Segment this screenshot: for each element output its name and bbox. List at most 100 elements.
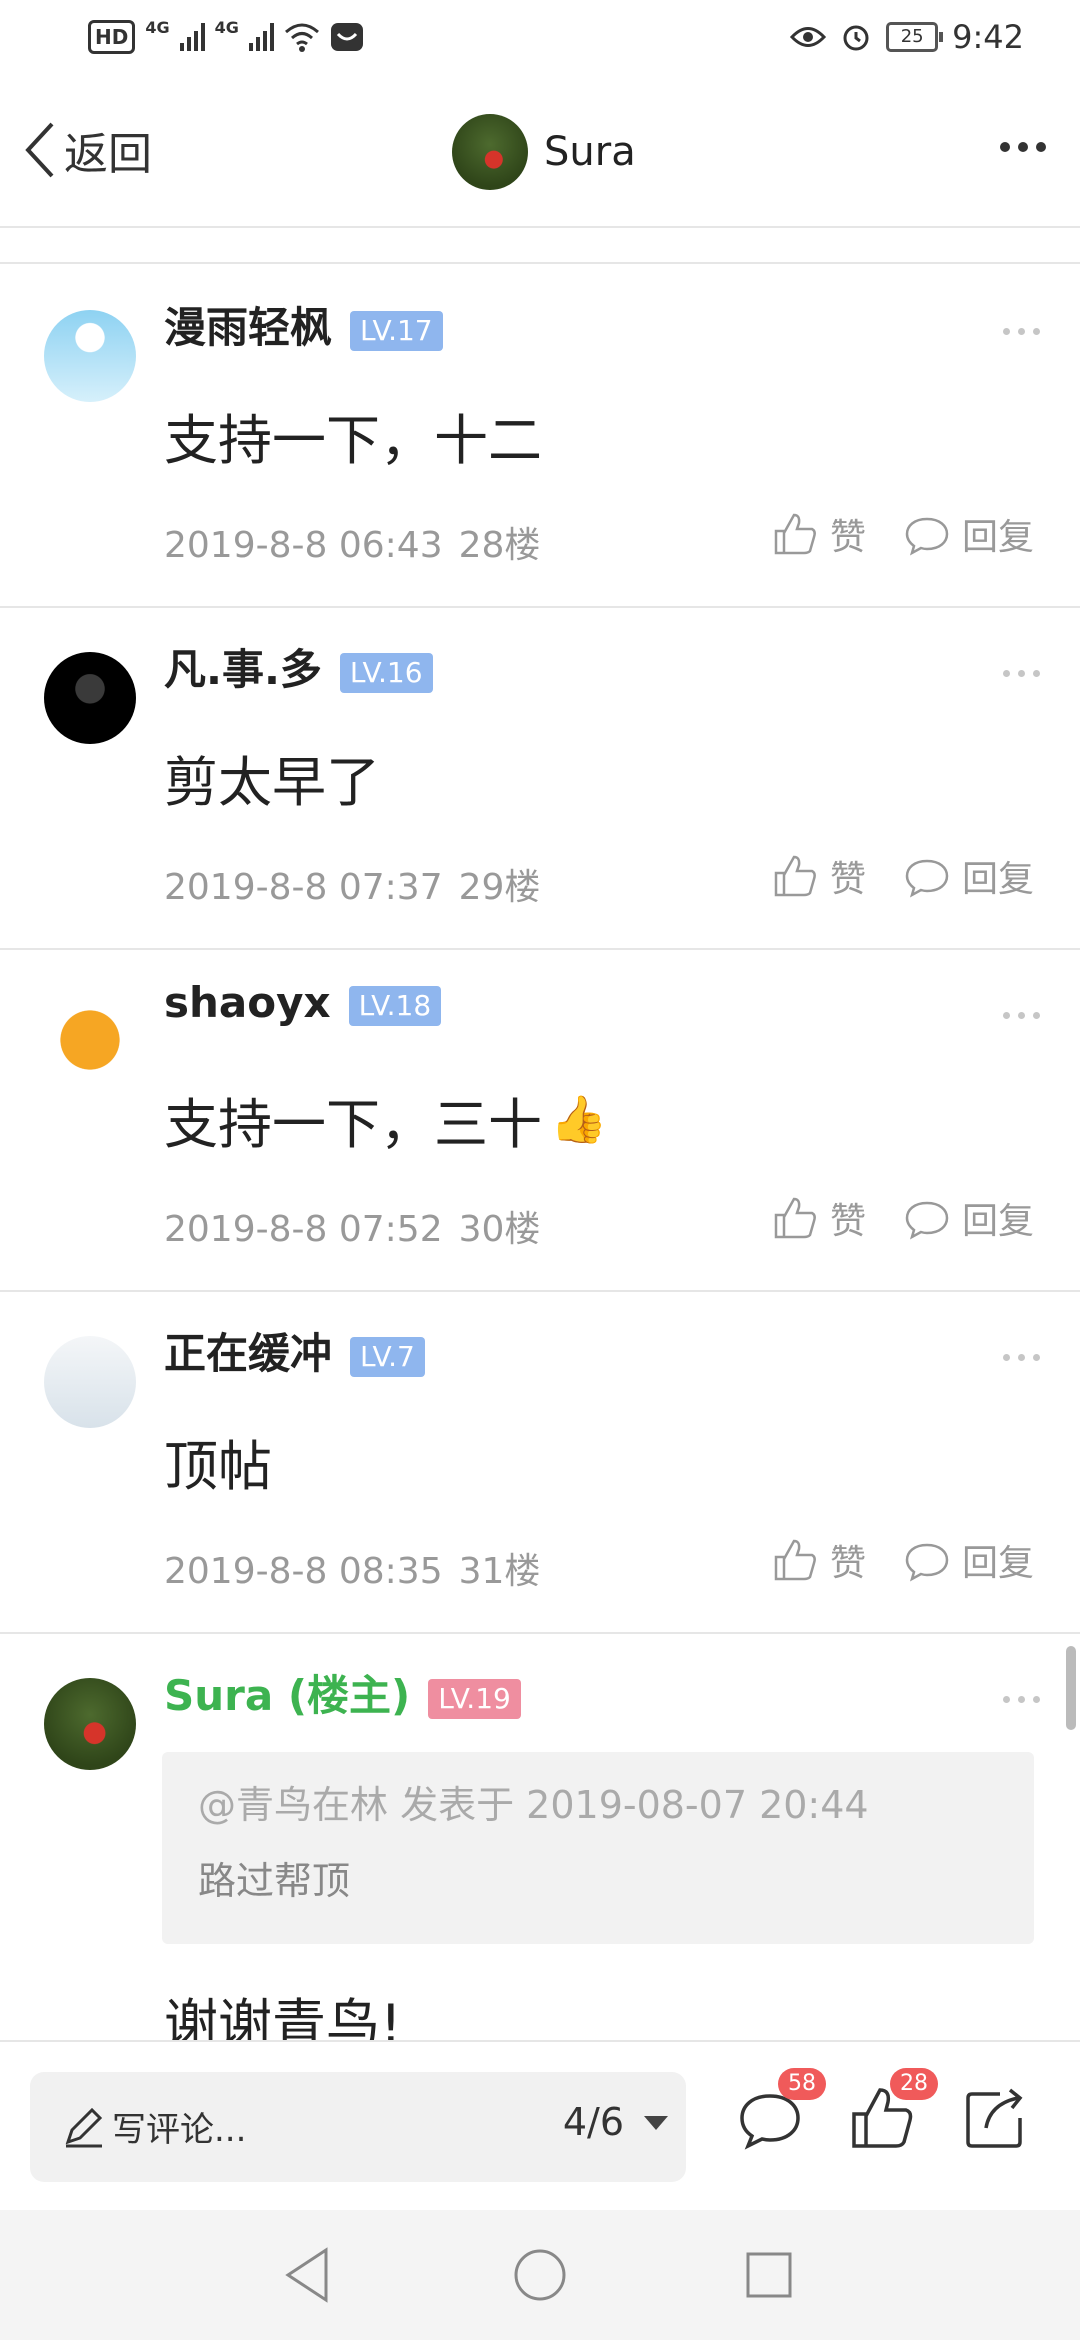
- comment-meta: 2019-8-8 07:52 30楼: [164, 1200, 540, 1252]
- floor-number: 28楼: [458, 525, 541, 566]
- like-label: 赞: [829, 517, 866, 558]
- page-indicator[interactable]: 4/6: [563, 2100, 624, 2144]
- comment-actions: 赞 回复: [772, 1192, 1034, 1244]
- like-button[interactable]: 赞: [772, 850, 866, 902]
- reply-button[interactable]: 回复: [904, 508, 1034, 560]
- speech-bubble-icon: [905, 517, 949, 556]
- share-button[interactable]: [960, 2082, 1032, 2154]
- comment-item: 正在缓冲 LV.7 顶帖 2019-8-8 08:35 31楼 赞 回复: [0, 1290, 1080, 1634]
- comment-more-button[interactable]: [1003, 1696, 1040, 1703]
- network-type-2: 4G: [214, 17, 239, 37]
- commenter-name-text: shaoyx: [164, 978, 331, 1027]
- level-badge: LV.17: [350, 310, 443, 351]
- alarm-icon: [843, 25, 869, 51]
- comment-actions: 赞 回复: [772, 1534, 1034, 1586]
- system-nav-bar: [0, 2210, 1080, 2340]
- comment-more-button[interactable]: [1003, 1354, 1040, 1361]
- like-label: 赞: [829, 859, 866, 900]
- status-left: HD 4G 4G: [88, 17, 364, 54]
- comment-text: 顶帖: [164, 1435, 272, 1498]
- speech-bubble-icon: [905, 1543, 949, 1582]
- bottom-action-bar: 写评论... 4/6 58 28: [0, 2040, 1080, 2212]
- comment-meta: 2019-8-8 08:35 31楼: [164, 1542, 540, 1594]
- comment-time: 2019-8-8 07:37: [164, 867, 443, 908]
- top-nav-bar: 返回 Sura: [0, 80, 1080, 228]
- reply-label: 回复: [961, 517, 1034, 558]
- comment-time: 2019-8-8 06:43: [164, 525, 443, 566]
- commenter-name[interactable]: shaoyx LV.18: [164, 978, 442, 1027]
- chevron-left-icon: [25, 122, 54, 178]
- floor-number: 29楼: [458, 867, 541, 908]
- thread-author[interactable]: Sura: [452, 114, 636, 190]
- like-post-button[interactable]: 28: [846, 2068, 938, 2154]
- status-bar: HD 4G 4G 25 9:42: [0, 0, 1080, 80]
- reply-button[interactable]: 回复: [904, 1534, 1034, 1586]
- level-badge: LV.19: [428, 1678, 521, 1719]
- like-button[interactable]: 赞: [772, 1534, 866, 1586]
- comment-placeholder: 写评论...: [112, 2110, 247, 2150]
- like-button[interactable]: 赞: [772, 1192, 866, 1244]
- nav-back-icon[interactable]: [276, 2242, 342, 2308]
- host-comment-item: Sura (楼主) LV.19 @青鸟在林 发表于 2019-08-07 20:4…: [0, 1632, 1080, 2056]
- more-options-button[interactable]: [1000, 142, 1046, 152]
- divider: [0, 228, 1080, 264]
- reply-button[interactable]: 回复: [904, 850, 1034, 902]
- back-button[interactable]: 返回: [22, 118, 152, 182]
- comments-button[interactable]: 58: [734, 2068, 826, 2154]
- avatar[interactable]: [44, 994, 136, 1086]
- quoted-comment[interactable]: @青鸟在林 发表于 2019-08-07 20:44 路过帮顶: [162, 1752, 1034, 1944]
- avatar[interactable]: [452, 114, 528, 190]
- comment-time: 2019-8-8 07:52: [164, 1209, 443, 1250]
- share-icon: [966, 2088, 1023, 2148]
- back-label: 返回: [64, 129, 152, 180]
- comment-meta: 2019-8-8 06:43 28楼: [164, 516, 540, 568]
- commenter-name-text: 漫雨轻枫: [164, 303, 333, 352]
- avatar[interactable]: [44, 310, 136, 402]
- signal-icon-2: [248, 23, 274, 51]
- comment-more-button[interactable]: [1003, 1012, 1040, 1019]
- nav-recents-icon[interactable]: [736, 2242, 802, 2308]
- thumbs-up-emoji-icon: 👍: [550, 1092, 608, 1146]
- level-badge: LV.16: [339, 652, 433, 693]
- comment-actions: 赞 回复: [772, 508, 1034, 560]
- like-label: 赞: [829, 1543, 866, 1584]
- caret-down-icon[interactable]: [644, 2116, 668, 2130]
- comment-text: 支持一下，三十 👍: [164, 1080, 607, 1159]
- eye-comfort-icon: [790, 27, 827, 47]
- speech-bubble-icon: [905, 859, 949, 898]
- comment-meta: 2019-8-8 07:37 29楼: [164, 858, 540, 910]
- comment-more-button[interactable]: [1003, 670, 1040, 677]
- commenter-name-text: 凡.事.多: [164, 645, 322, 694]
- status-right: 25 9:42: [790, 18, 1024, 56]
- write-comment-input[interactable]: 写评论... 4/6: [30, 2072, 686, 2182]
- battery-icon: 25: [886, 22, 944, 52]
- floor-number: 30楼: [458, 1209, 541, 1250]
- commenter-name[interactable]: 凡.事.多 LV.16: [164, 636, 433, 697]
- avatar[interactable]: [44, 1678, 136, 1770]
- like-button[interactable]: 赞: [772, 508, 866, 560]
- nav-home-icon[interactable]: [507, 2242, 573, 2308]
- avatar[interactable]: [44, 652, 136, 744]
- reply-label: 回复: [961, 1543, 1034, 1584]
- floor-number: 31楼: [458, 1551, 541, 1592]
- comment-item: 凡.事.多 LV.16 剪太早了 2019-8-8 07:37 29楼 赞 回复: [0, 606, 1080, 950]
- hd-indicator: HD: [88, 20, 136, 54]
- wifi-icon: [284, 23, 319, 52]
- comment-text: 剪太早了: [164, 751, 380, 814]
- clock: 9:42: [952, 18, 1024, 56]
- pen-icon: [65, 2107, 103, 2148]
- commenter-name[interactable]: Sura (楼主) LV.19: [164, 1662, 521, 1723]
- comment-text: 支持一下，十二: [164, 409, 542, 472]
- commenter-name[interactable]: 正在缓冲 LV.7: [164, 1320, 425, 1381]
- network-type-1: 4G: [145, 17, 170, 37]
- quote-text: 路过帮顶: [198, 1859, 351, 1903]
- signal-icon-1: [179, 23, 205, 51]
- like-count-badge: 28: [890, 2068, 938, 2100]
- like-label: 赞: [829, 1201, 866, 1242]
- commenter-name[interactable]: 漫雨轻枫 LV.17: [164, 294, 443, 355]
- comment-more-button[interactable]: [1003, 328, 1040, 335]
- scrollbar[interactable]: [1066, 1646, 1076, 1730]
- thumbs-up-icon: [774, 513, 816, 555]
- avatar[interactable]: [44, 1336, 136, 1428]
- reply-button[interactable]: 回复: [904, 1192, 1034, 1244]
